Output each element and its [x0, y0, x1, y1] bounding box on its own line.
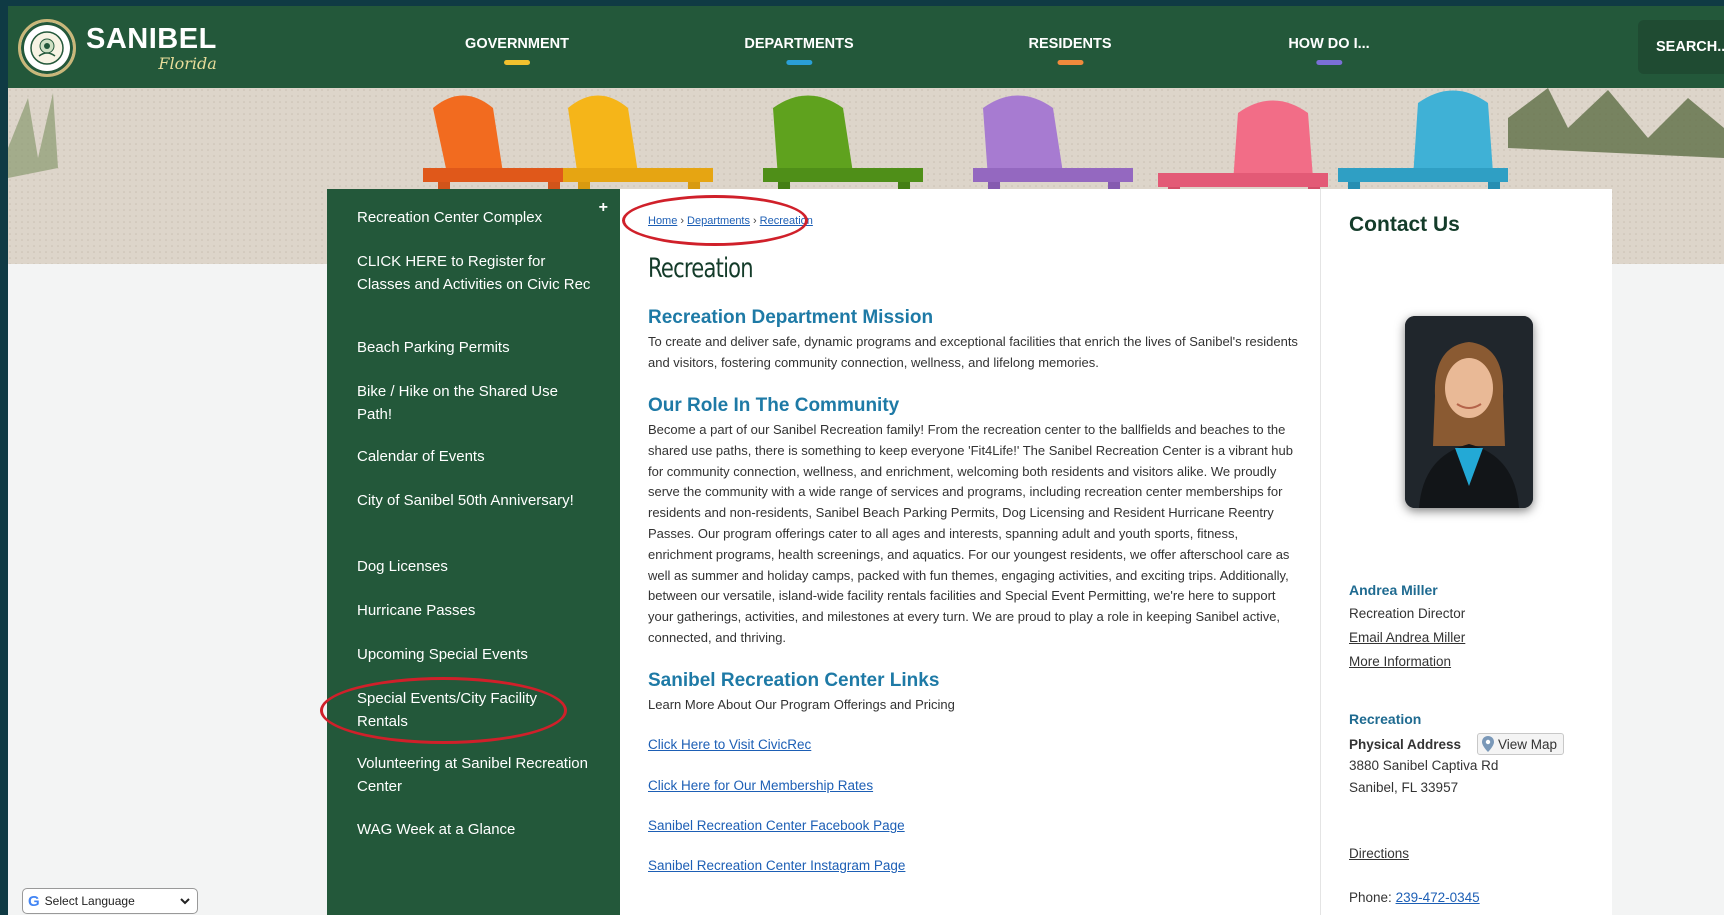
site-logo[interactable]: SANIBEL Florida [18, 18, 217, 78]
nav-government[interactable]: GOVERNMENT [465, 36, 569, 65]
sidebar-item-hurricane-passes[interactable]: Hurricane Passes [357, 599, 592, 622]
staff-photo [1405, 316, 1533, 508]
chevron-down-icon [180, 898, 190, 905]
phone-label: Phone: [1349, 890, 1392, 905]
contact-panel: Contact Us Andrea Miller Recreation Dire… [1320, 189, 1612, 915]
contact-name: Andrea Miller [1349, 582, 1438, 598]
logo-subtitle: Florida [158, 53, 217, 73]
sidebar-item-wag-week[interactable]: WAG Week at a Glance [357, 818, 592, 841]
phone-link[interactable]: 239-472-0345 [1396, 890, 1480, 905]
sidebar-nav: Recreation Center Complex + CLICK HERE t… [327, 189, 620, 915]
nav-underline [785, 60, 812, 65]
map-pin-icon [1482, 736, 1494, 752]
more-info-link[interactable]: More Information [1349, 654, 1451, 669]
sidebar-item-50th-anniversary[interactable]: City of Sanibel 50th Anniversary! [357, 489, 592, 512]
sidebar-item-recreation-center-complex[interactable]: Recreation Center Complex [357, 206, 592, 229]
nav-underline [503, 60, 530, 65]
instagram-link[interactable]: Sanibel Recreation Center Instagram Page [648, 858, 905, 873]
phone-line: Phone: 239-472-0345 [1349, 890, 1480, 905]
contact-title: Contact Us [1349, 213, 1460, 236]
sidebar-item-upcoming-events[interactable]: Upcoming Special Events [357, 643, 592, 666]
page: SANIBEL Florida GOVERNMENT DEPARTMENTS R… [8, 6, 1724, 915]
address-line-2: Sanibel, FL 33957 [1349, 780, 1459, 795]
mission-heading: Recreation Department Mission [648, 307, 934, 328]
nav-residents[interactable]: RESIDENTS [1029, 36, 1112, 65]
address-line-1: 3880 Sanibel Captiva Rd [1349, 758, 1499, 773]
role-heading: Our Role In The Community [648, 395, 900, 416]
contact-section-title: Recreation [1349, 711, 1422, 727]
main-content: Home › Departments › Recreation Recreation R… [620, 189, 1320, 915]
view-map-label: View Map [1498, 736, 1558, 752]
facebook-link[interactable]: Sanibel Recreation Center Facebook Page [648, 818, 905, 833]
nav-label: DEPARTMENTS [744, 36, 854, 52]
sidebar-item-dog-licenses[interactable]: Dog Licenses [357, 555, 592, 578]
sidebar-item-bike-hike[interactable]: Bike / Hike on the Shared Use Path! [357, 380, 592, 426]
top-navigation: SANIBEL Florida GOVERNMENT DEPARTMENTS R… [8, 6, 1724, 88]
annotation-circle-breadcrumb [622, 195, 808, 246]
nav-underline [1057, 60, 1083, 65]
language-select[interactable]: G Select Language [22, 888, 198, 914]
nav-underline [1315, 60, 1342, 65]
nav-departments[interactable]: DEPARTMENTS [744, 36, 854, 65]
nav-label: GOVERNMENT [465, 36, 569, 52]
links-heading: Sanibel Recreation Center Links [648, 670, 940, 691]
google-icon: G [28, 892, 40, 910]
sidebar-item-calendar[interactable]: Calendar of Events [357, 445, 592, 468]
mission-text: To create and deliver safe, dynamic prog… [648, 334, 1298, 370]
expand-icon[interactable]: + [599, 199, 608, 217]
membership-rates-link[interactable]: Click Here for Our Membership Rates [648, 778, 873, 793]
contact-role: Recreation Director [1349, 606, 1466, 621]
city-seal-icon [18, 19, 76, 77]
sidebar-item-register-civic-rec[interactable]: CLICK HERE to Register for Classes and A… [357, 250, 592, 296]
links-intro: Learn More About Our Program Offerings a… [648, 697, 955, 712]
nav-label: HOW DO I... [1288, 36, 1370, 52]
address-label: Physical Address [1349, 737, 1462, 752]
nav-label: RESIDENTS [1028, 36, 1112, 52]
role-text: Become a part of our Sanibel Recreation … [648, 422, 1293, 645]
page-title: Recreation [648, 253, 754, 284]
civicrec-link[interactable]: Click Here to Visit CivicRec [648, 737, 811, 752]
sidebar-item-beach-parking[interactable]: Beach Parking Permits [357, 336, 592, 359]
language-label: Select Language [44, 894, 135, 908]
annotation-circle-facility-rentals [320, 677, 567, 744]
logo-name: SANIBEL [86, 22, 217, 55]
nav-how-do-i[interactable]: HOW DO I... [1288, 36, 1370, 65]
sidebar-item-volunteering[interactable]: Volunteering at Sanibel Recreation Cente… [357, 752, 592, 798]
view-map-button[interactable]: View Map [1477, 733, 1565, 755]
search-button[interactable]: SEARCH... [1638, 20, 1724, 74]
directions-link[interactable]: Directions [1349, 846, 1409, 861]
email-link[interactable]: Email Andrea Miller [1349, 630, 1465, 645]
